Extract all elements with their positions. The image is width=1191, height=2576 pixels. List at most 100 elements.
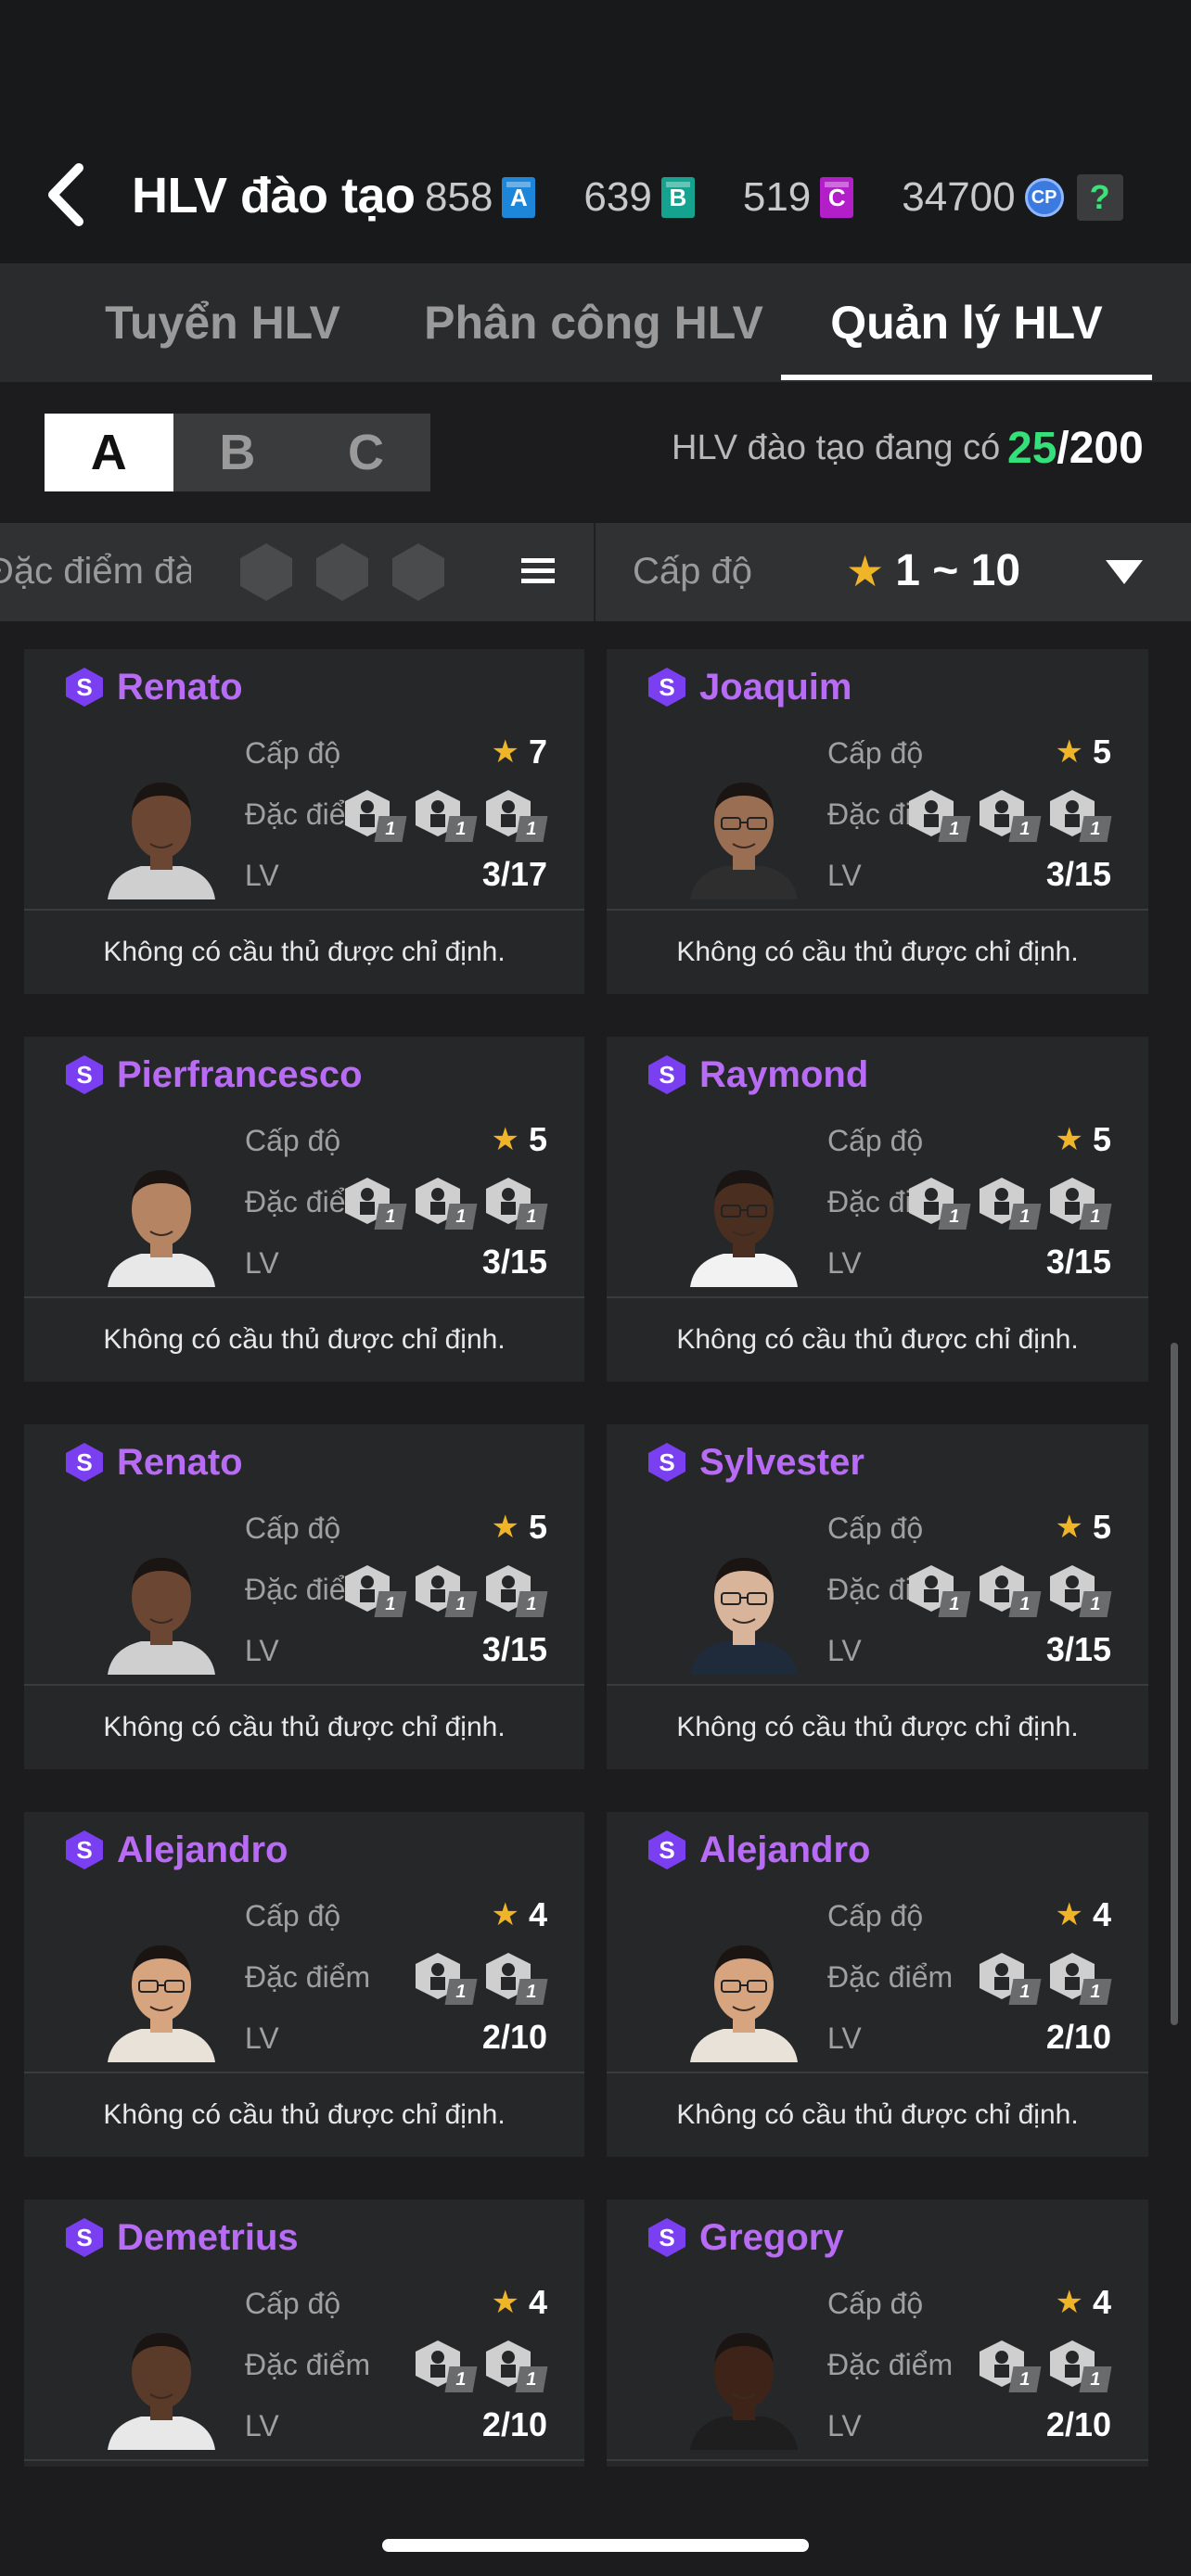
chevron-left-icon (48, 163, 83, 226)
lv-label: LV (827, 2409, 862, 2442)
segment-c[interactable]: C (301, 414, 430, 491)
s-grade-badge-icon: S (66, 1443, 103, 1482)
trait-icon: 1 (412, 1562, 478, 1617)
trait-icon: 1 (976, 1562, 1042, 1617)
s-grade-badge-icon: S (648, 1443, 685, 1482)
help-button[interactable]: ? (1076, 174, 1123, 221)
trait-icon: 1 (482, 1949, 548, 2005)
lv-label: LV (245, 1634, 279, 1667)
coach-card[interactable]: S Demetrius Cấp độ ★ 4 Đặc điểm 1 1 LV 2… (24, 2200, 584, 2467)
svg-text:S: S (76, 1061, 92, 1089)
level-value: ★ 5 (491, 1508, 547, 1546)
coach-name-row: S Gregory (646, 2209, 844, 2266)
grade-segment-control: A B C (45, 414, 430, 491)
back-button[interactable] (37, 158, 93, 232)
svg-text:S: S (76, 2224, 92, 2251)
coach-name: Gregory (699, 2216, 844, 2258)
coach-portrait (98, 760, 224, 899)
ticket-c-icon: C (820, 177, 854, 218)
trait-icon: 1 (482, 1174, 548, 1230)
tab-recruit-coach[interactable]: Tuyển HLV (37, 263, 408, 382)
coach-card[interactable]: S Pierfrancesco Cấp độ ★ 5 Đặc điểm 1 1 … (24, 1037, 584, 1382)
cp-coin-icon: CP (1024, 178, 1064, 217)
assigned-player-status: Không có cầu thủ được chỉ định. (676, 1324, 1079, 1355)
trait-icon: 1 (482, 786, 548, 842)
coach-card[interactable]: S Gregory Cấp độ ★ 4 Đặc điểm 1 1 LV 2/1… (607, 2200, 1148, 2467)
dropdown-arrow-icon[interactable] (1104, 556, 1145, 588)
assigned-player-status: Không có cầu thủ được chỉ định. (676, 2099, 1079, 2130)
coach-name-row: S Alejandro (646, 1821, 870, 1879)
assigned-player-status: Không có cầu thủ được chỉ định. (607, 2461, 1148, 2467)
level-label: Cấp độ (245, 1899, 341, 1932)
currency-bar: 858 A 639 B 519 C 34700 CP ? (425, 165, 1123, 230)
assigned-player-status: Không có cầu thủ được chỉ định. (103, 937, 506, 967)
lv-value: 2/10 (481, 2018, 547, 2056)
menu-icon[interactable] (518, 551, 558, 592)
lv-value: 3/15 (1045, 1243, 1111, 1281)
star-icon: ★ (1055, 1897, 1083, 1932)
assigned-player-status: Không có cầu thủ được chỉ định. (24, 2461, 584, 2467)
segment-b[interactable]: B (173, 414, 302, 491)
trait-icon: 1 (1046, 1562, 1112, 1617)
trait-icon: 1 (905, 786, 971, 842)
coach-card[interactable]: S Alejandro Cấp độ ★ 4 Đặc điểm 1 1 LV 2… (24, 1812, 584, 2157)
svg-text:S: S (659, 1448, 674, 1476)
trait-list: 1 1 1 (900, 1562, 1112, 1617)
trait-filter[interactable]: Đặc điểm đào (0, 523, 594, 621)
trait-list: 1 1 1 (336, 1562, 548, 1617)
s-grade-badge-icon: S (66, 2218, 103, 2257)
level-value: ★ 4 (491, 2283, 547, 2321)
trait-list: 1 1 (406, 1949, 548, 2005)
s-grade-badge-icon: S (66, 1830, 103, 1869)
level-label: Cấp độ (827, 736, 924, 770)
trait-icon: 1 (905, 1174, 971, 1230)
trait-icon: 1 (341, 1174, 407, 1230)
trait-slot-2-icon[interactable] (314, 542, 371, 603)
lv-value: 3/15 (1045, 855, 1111, 893)
ticket-b-balance: 639 B (583, 174, 695, 221)
level-label: Cấp độ (245, 1511, 341, 1545)
lv-value: 3/15 (481, 1243, 547, 1281)
trait-list: 1 1 (970, 1949, 1112, 2005)
coach-portrait (681, 760, 807, 899)
trait-list: 1 1 1 (900, 1174, 1112, 1230)
trait-icon: 1 (412, 1174, 478, 1230)
lv-value: 3/15 (481, 1630, 547, 1668)
trait-slot-1-icon[interactable] (237, 542, 295, 603)
svg-text:S: S (659, 673, 674, 701)
coach-portrait (681, 1923, 807, 2062)
tab-assign-coach[interactable]: Phân công HLV (408, 263, 779, 382)
lv-value: 2/10 (1045, 2405, 1111, 2443)
coach-card[interactable]: S Renato Cấp độ ★ 5 Đặc điểm 1 1 1 LV 3/… (24, 1424, 584, 1769)
coach-name: Alejandro (699, 1829, 871, 1870)
coach-card[interactable]: S Raymond Cấp độ ★ 5 Đặc điểm 1 1 1 LV 3… (607, 1037, 1148, 1382)
svg-text:S: S (76, 1836, 92, 1864)
trait-icon: 1 (412, 2337, 478, 2392)
lv-label: LV (827, 2021, 862, 2055)
scrollbar[interactable] (1171, 1343, 1178, 2025)
coach-portrait (98, 1536, 224, 1675)
svg-text:S: S (659, 1061, 674, 1089)
trait-list: 1 1 1 (900, 786, 1112, 842)
level-filter-value[interactable]: ★ 1 ~ 10 (846, 545, 1020, 596)
trait-list: 1 1 (406, 2337, 548, 2392)
level-label: Cấp độ (827, 1124, 924, 1157)
traits-label: Đặc điểm (245, 1960, 371, 1994)
coach-card[interactable]: S Sylvester Cấp độ ★ 5 Đặc điểm 1 1 1 LV… (607, 1424, 1148, 1769)
coach-portrait (681, 1148, 807, 1287)
level-label: Cấp độ (245, 1124, 341, 1157)
segment-a[interactable]: A (45, 414, 173, 491)
coach-name-row: S Renato (63, 658, 243, 716)
coach-name: Joaquim (699, 666, 852, 708)
trait-icon: 1 (341, 1562, 407, 1617)
assigned-player-status: Không có cầu thủ được chỉ định. (103, 1712, 506, 1742)
trait-slot-3-icon[interactable] (390, 542, 447, 603)
star-icon: ★ (491, 1897, 519, 1932)
level-value: ★ 5 (491, 1120, 547, 1158)
tab-manage-coach[interactable]: Quản lý HLV (781, 263, 1152, 382)
filter-divider (594, 523, 596, 621)
coach-card[interactable]: S Joaquim Cấp độ ★ 5 Đặc điểm 1 1 1 LV 3… (607, 649, 1148, 994)
lv-value: 3/15 (1045, 1630, 1111, 1668)
coach-card[interactable]: S Renato Cấp độ ★ 7 Đặc điểm 1 1 1 LV 3/… (24, 649, 584, 994)
coach-card[interactable]: S Alejandro Cấp độ ★ 4 Đặc điểm 1 1 LV 2… (607, 1812, 1148, 2157)
